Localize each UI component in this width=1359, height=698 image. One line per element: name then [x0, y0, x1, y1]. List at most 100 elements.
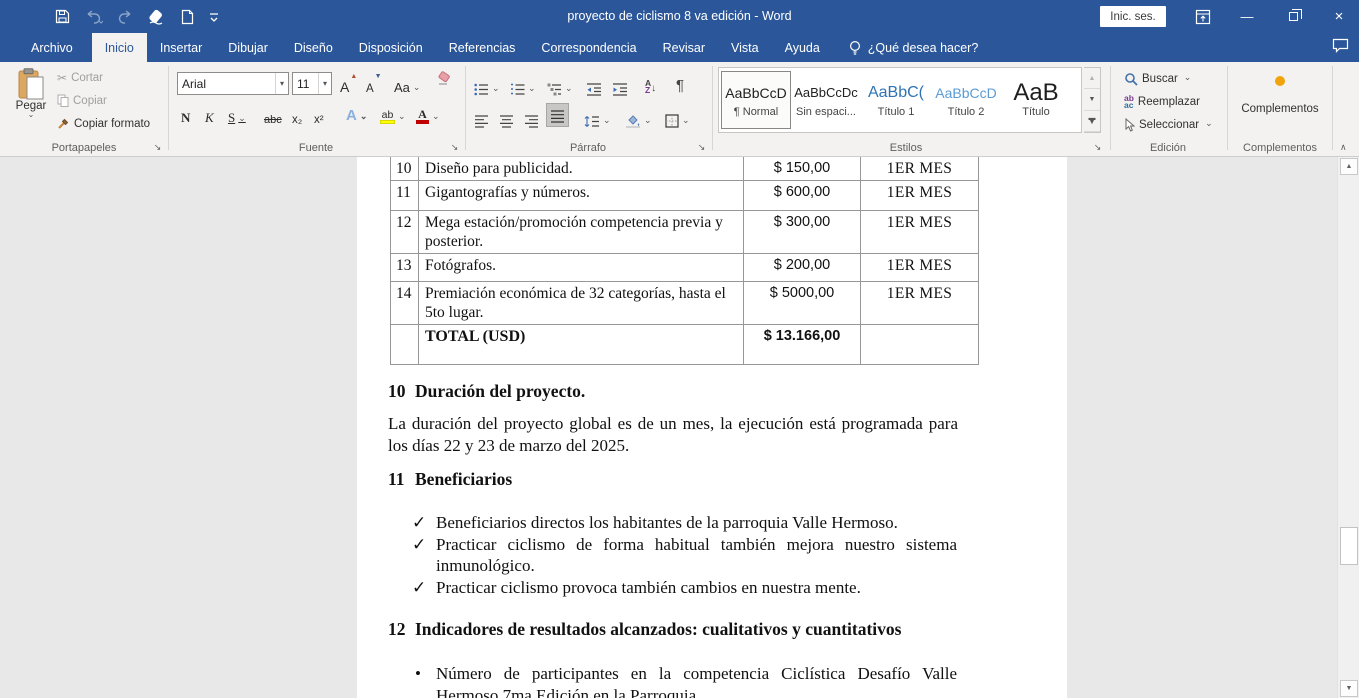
sort-button[interactable]: A Z ↓: [645, 72, 656, 94]
paragraph-duracion[interactable]: La duración del proyecto global es de un…: [388, 413, 958, 456]
row-price[interactable]: $ 200,00: [744, 254, 861, 282]
list-item[interactable]: ✓ Practicar ciclismo de forma habitual t…: [412, 534, 957, 577]
customize-qat-icon[interactable]: [209, 11, 219, 23]
numbering-button[interactable]: [510, 74, 536, 96]
scrollbar-thumb[interactable]: [1340, 527, 1358, 565]
tab-ayuda[interactable]: Ayuda: [772, 33, 833, 62]
row-time[interactable]: 1ER MES: [861, 282, 979, 325]
ink-pen-icon[interactable]: [148, 9, 166, 25]
superscript-button[interactable]: x²: [314, 104, 324, 126]
row-desc[interactable]: Premiación económica de 32 categorías, h…: [419, 282, 744, 325]
cut-button[interactable]: ✂ Cortar: [57, 71, 103, 85]
document-page[interactable]: 10 Diseño para publicidad. $ 150,00 1ER …: [357, 157, 1067, 698]
find-button[interactable]: Buscar: [1124, 72, 1191, 86]
paste-dropdown-icon[interactable]: ⌄: [10, 112, 52, 118]
row-price[interactable]: $ 5000,00: [744, 282, 861, 325]
heading-indicadores[interactable]: 12 Indicadores de resultados alcanzados:…: [388, 619, 958, 640]
shading-button[interactable]: [625, 106, 652, 128]
subscript-button[interactable]: x₂: [292, 104, 302, 126]
style-sin-espaciado[interactable]: AaBbCcDc Sin espaci...: [791, 71, 861, 129]
copy-button[interactable]: Copiar: [57, 94, 107, 107]
line-spacing-button[interactable]: [584, 106, 611, 128]
scroll-up-button[interactable]: ▲: [1340, 158, 1358, 175]
style-normal[interactable]: AaBbCcD ¶ Normal: [721, 71, 791, 129]
row-num[interactable]: 11: [391, 181, 419, 211]
list-item[interactable]: ✓ Practicar ciclismo provoca también cam…: [412, 577, 957, 599]
align-left-button[interactable]: [474, 106, 489, 128]
heading-duracion[interactable]: 10 Duración del proyecto.: [388, 381, 958, 402]
document-icon[interactable]: [181, 9, 194, 25]
collapse-ribbon-button[interactable]: ∧: [1340, 142, 1347, 153]
change-case-button[interactable]: Aa: [394, 73, 420, 95]
list-item[interactable]: ✓ Beneficiarios directos los habitantes …: [412, 512, 957, 534]
restore-button[interactable]: [1278, 0, 1308, 33]
styles-gallery-more[interactable]: ▬▼: [1084, 111, 1100, 132]
tab-dibujar[interactable]: Dibujar: [215, 33, 281, 62]
ribbon-display-options-icon[interactable]: [1188, 0, 1218, 33]
scroll-down-button[interactable]: ▼: [1340, 680, 1358, 697]
justify-button[interactable]: [547, 104, 568, 126]
row-time[interactable]: 1ER MES: [861, 254, 979, 282]
style-titulo[interactable]: AaB Título: [1001, 71, 1071, 129]
bullets-button[interactable]: [474, 74, 500, 96]
row-price[interactable]: $ 300,00: [744, 211, 861, 254]
row-price[interactable]: $ 600,00: [744, 181, 861, 211]
grow-font-button[interactable]: A▲: [340, 73, 357, 95]
shrink-font-button[interactable]: A▼: [366, 73, 382, 95]
redo-icon[interactable]: [118, 10, 133, 24]
table-row[interactable]: 11 Gigantografías y números. $ 600,00 1E…: [391, 181, 979, 211]
row-desc[interactable]: Fotógrafos.: [419, 254, 744, 282]
row-num[interactable]: [391, 325, 419, 365]
font-name-combo[interactable]: Arial ▾: [177, 72, 289, 95]
list-item[interactable]: • Número de participantes en la competen…: [412, 663, 957, 698]
styles-dialog-launcher[interactable]: ↘: [1092, 142, 1103, 153]
tab-referencias[interactable]: Referencias: [436, 33, 529, 62]
highlight-button[interactable]: ab: [380, 102, 406, 124]
heading-beneficiarios[interactable]: 11 Beneficiarios: [388, 469, 958, 490]
styles-scroll-up[interactable]: ▲: [1084, 68, 1100, 89]
align-center-button[interactable]: [499, 106, 514, 128]
font-size-combo[interactable]: 11 ▾: [292, 72, 332, 95]
bold-button[interactable]: N: [181, 104, 190, 126]
table-row[interactable]: 13 Fotógrafos. $ 200,00 1ER MES: [391, 254, 979, 282]
feedback-icon[interactable]: [1332, 38, 1349, 53]
show-marks-button[interactable]: ¶: [676, 72, 684, 94]
borders-button[interactable]: [665, 106, 690, 128]
row-desc[interactable]: Diseño para publicidad.: [419, 157, 744, 181]
total-label[interactable]: TOTAL (USD): [419, 325, 744, 365]
close-button[interactable]: ×: [1324, 0, 1354, 33]
increase-indent-button[interactable]: [612, 74, 628, 96]
multilevel-list-button[interactable]: [547, 74, 573, 96]
sign-in-button[interactable]: Inic. ses.: [1100, 6, 1166, 27]
paragraph-dialog-launcher[interactable]: ↘: [696, 142, 707, 153]
tab-revisar[interactable]: Revisar: [650, 33, 718, 62]
tab-archivo[interactable]: Archivo: [18, 33, 86, 62]
undo-icon[interactable]: [85, 10, 103, 24]
paste-button[interactable]: Pegar ⌄: [10, 68, 52, 118]
font-size-dropdown-icon[interactable]: ▾: [318, 73, 327, 94]
tab-vista[interactable]: Vista: [718, 33, 772, 62]
row-num[interactable]: 10: [391, 157, 419, 181]
align-right-button[interactable]: [524, 106, 539, 128]
table-row[interactable]: 14 Premiación económica de 32 categorías…: [391, 282, 979, 325]
row-desc[interactable]: Mega estación/promoción competencia prev…: [419, 211, 744, 254]
tell-me-box[interactable]: ¿Qué desea hacer?: [849, 33, 979, 62]
row-desc[interactable]: Gigantografías y números.: [419, 181, 744, 211]
text-effects-button[interactable]: A: [346, 102, 367, 124]
italic-button[interactable]: K: [205, 104, 214, 126]
tab-disposicion[interactable]: Disposición: [346, 33, 436, 62]
row-time[interactable]: [861, 325, 979, 365]
row-time[interactable]: 1ER MES: [861, 211, 979, 254]
font-name-dropdown-icon[interactable]: ▾: [275, 73, 284, 94]
clear-formatting-button[interactable]: [437, 71, 453, 86]
row-num[interactable]: 13: [391, 254, 419, 282]
row-price[interactable]: $ 150,00: [744, 157, 861, 181]
underline-button[interactable]: S: [228, 104, 246, 126]
styles-scroll-down[interactable]: ▼: [1084, 89, 1100, 110]
tab-diseno[interactable]: Diseño: [281, 33, 346, 62]
row-time[interactable]: 1ER MES: [861, 181, 979, 211]
tab-inicio[interactable]: Inicio: [92, 33, 147, 62]
strikethrough-button[interactable]: abc: [264, 104, 282, 126]
replace-button[interactable]: ab ac Reemplazar: [1124, 95, 1200, 109]
total-value[interactable]: $ 13.166,00: [744, 325, 861, 365]
